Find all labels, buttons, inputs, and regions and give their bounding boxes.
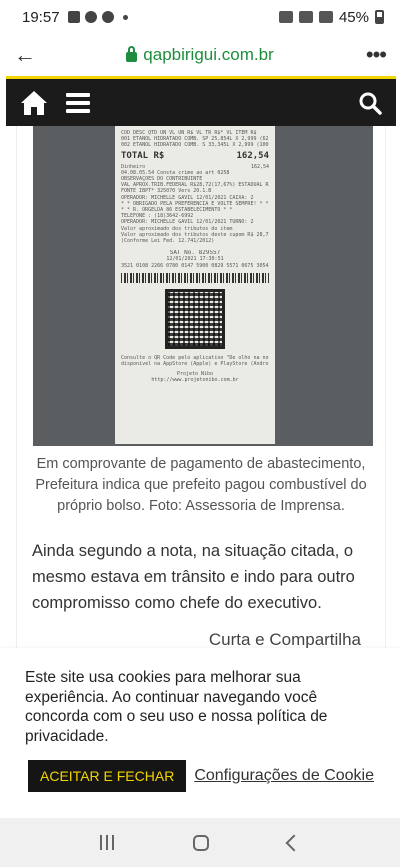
more-notifications-dot-icon <box>122 14 128 20</box>
url-display[interactable]: qapbirigui.com.br <box>44 45 356 65</box>
system-icons: 45% <box>278 8 384 26</box>
android-nav-bar <box>0 818 400 867</box>
wifi-icon <box>298 11 313 23</box>
receipt-line: 002 ETANOL HIDRATADO COMB. S 33,345L X 2… <box>121 142 269 149</box>
battery-percent: 45% <box>338 8 369 26</box>
receipt-total: TOTAL R$ 162,54 <box>121 151 269 162</box>
receipt-sat-key: 3521 0108 2266 0780 0147 5900 0829 5571 … <box>121 262 269 269</box>
qr-code-icon <box>165 288 225 349</box>
battery-icon <box>375 10 384 24</box>
share-heading: Curta e Compartilha <box>208 630 361 649</box>
receipt-payment-method: Dinheiro <box>121 163 146 170</box>
whatsapp-icon <box>84 11 97 23</box>
site-header <box>6 76 396 126</box>
image-caption: Em comprovante de pagamento de abastecim… <box>35 456 367 514</box>
hamburger-icon[interactable] <box>66 92 90 113</box>
article-content: COD DESC QTD UN VL UN R$ VL TR R$* VL IT… <box>6 126 396 656</box>
status-bar: 19:57 45% <box>0 0 400 34</box>
browser-url-bar: ← qapbirigui.com.br ••• <box>0 34 400 76</box>
receipt-line: OPERADOR: MICHELLE GAVIL 12/01/2021 TURN… <box>121 219 254 226</box>
accept-cookies-button[interactable]: ACEITAR E FECHAR <box>28 760 187 792</box>
barcode-icon <box>121 272 269 283</box>
more-vert-icon[interactable]: ••• <box>356 42 387 68</box>
receipt-total-label: TOTAL R$ <box>121 150 165 161</box>
soccer-icon <box>101 11 114 23</box>
search-icon[interactable] <box>358 91 382 115</box>
receipt-line: OPERADOR: MICHELLE GAVIL 12/01/2021 CAIX… <box>121 194 254 201</box>
cookie-text: Este site usa cookies para melhorar sua … <box>25 669 328 745</box>
receipt-line: (Conforme Lei Fed. 12.741/2012) <box>121 238 215 245</box>
home-icon[interactable] <box>20 90 48 116</box>
recent-apps-icon[interactable] <box>99 835 114 850</box>
receipt-total-value: 162,54 <box>236 150 269 161</box>
gallery-icon <box>67 11 80 23</box>
article-paragraph: Ainda segundo a nota, na situação citada… <box>32 542 355 612</box>
receipt-payment-value: 162,54 <box>250 163 269 170</box>
url-domain: qapbirigui.com.br <box>143 45 274 64</box>
mute-icon <box>278 11 293 23</box>
status-time: 19:57 <box>22 8 60 26</box>
signal-icon <box>318 11 333 23</box>
cookie-settings-link[interactable]: Configurações de Cookie <box>194 767 374 785</box>
receipt-paper: COD DESC QTD UN VL UN R$ VL TR R$* VL IT… <box>115 126 275 444</box>
receipt-line: http://www.projetonibo.com.br <box>151 377 239 384</box>
notification-icons <box>67 11 128 23</box>
lock-icon <box>126 45 138 62</box>
arrow-left-icon[interactable]: ← <box>14 42 44 68</box>
cookie-banner: Este site usa cookies para melhorar sua … <box>0 648 400 818</box>
home-nav-icon[interactable] <box>192 834 209 851</box>
cookie-actions: ACEITAR E FECHAR Configurações de Cookie <box>28 760 375 792</box>
back-nav-icon[interactable] <box>285 834 303 851</box>
receipt-line: disponível na AppStore (Apple) e PlaySto… <box>121 361 269 368</box>
receipt-photo: COD DESC QTD UN VL UN R$ VL TR R$* VL IT… <box>33 126 373 446</box>
